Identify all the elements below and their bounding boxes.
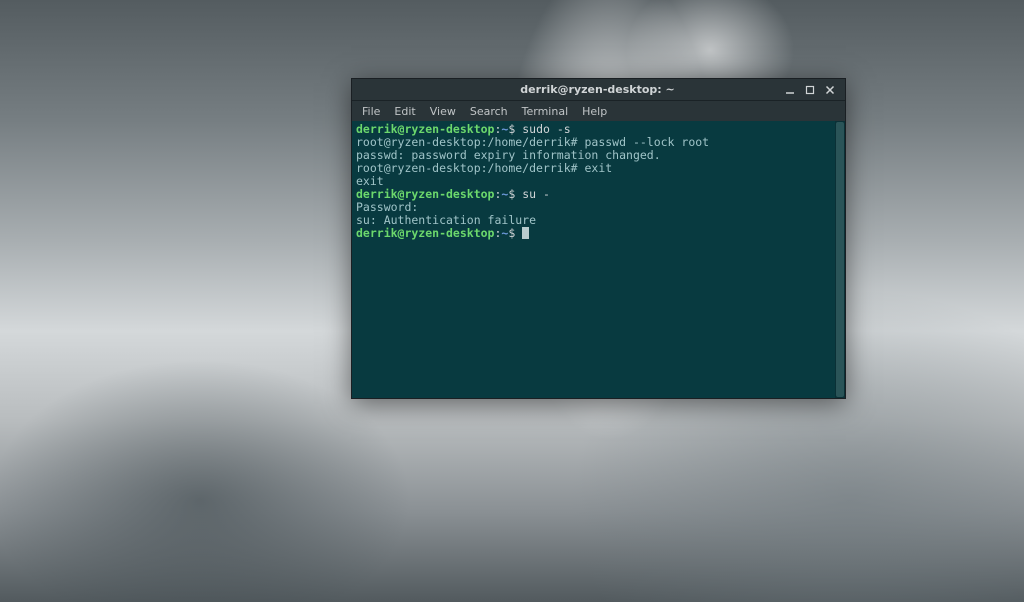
- minimize-button[interactable]: [781, 82, 799, 98]
- close-button[interactable]: [821, 82, 839, 98]
- menu-help[interactable]: Help: [576, 103, 613, 120]
- minimize-icon: [785, 85, 795, 95]
- window-controls: [781, 82, 839, 98]
- menubar: File Edit View Search Terminal Help: [352, 101, 845, 121]
- scrollbar-track[interactable]: [835, 121, 845, 398]
- terminal-line: derrik@ryzen-desktop:~$: [356, 227, 841, 240]
- prompt-user: derrik@ryzen-desktop: [356, 187, 494, 201]
- window-titlebar[interactable]: derrik@ryzen-desktop: ~: [352, 79, 845, 101]
- command-text: su -: [522, 187, 550, 201]
- command-text: sudo -s: [522, 122, 570, 136]
- menu-terminal[interactable]: Terminal: [516, 103, 575, 120]
- prompt-symbol: $: [508, 122, 522, 136]
- terminal-window: derrik@ryzen-desktop: ~ File Edit: [351, 78, 846, 399]
- prompt-symbol: $: [508, 187, 522, 201]
- terminal-content-area[interactable]: derrik@ryzen-desktop:~$ sudo -s root@ryz…: [352, 121, 845, 398]
- scrollbar-thumb[interactable]: [836, 122, 844, 397]
- terminal-line: root@ryzen-desktop:/home/derrik# exit: [356, 162, 841, 175]
- prompt-symbol: $: [508, 226, 522, 240]
- close-icon: [825, 85, 835, 95]
- menu-view[interactable]: View: [424, 103, 462, 120]
- maximize-icon: [805, 85, 815, 95]
- cursor-icon: [522, 227, 529, 239]
- maximize-button[interactable]: [801, 82, 819, 98]
- terminal-line: derrik@ryzen-desktop:~$ su -: [356, 188, 841, 201]
- window-title: derrik@ryzen-desktop: ~: [414, 83, 781, 96]
- menu-search[interactable]: Search: [464, 103, 514, 120]
- menu-edit[interactable]: Edit: [388, 103, 421, 120]
- menu-file[interactable]: File: [356, 103, 386, 120]
- prompt-user: derrik@ryzen-desktop: [356, 122, 494, 136]
- prompt-user: derrik@ryzen-desktop: [356, 226, 494, 240]
